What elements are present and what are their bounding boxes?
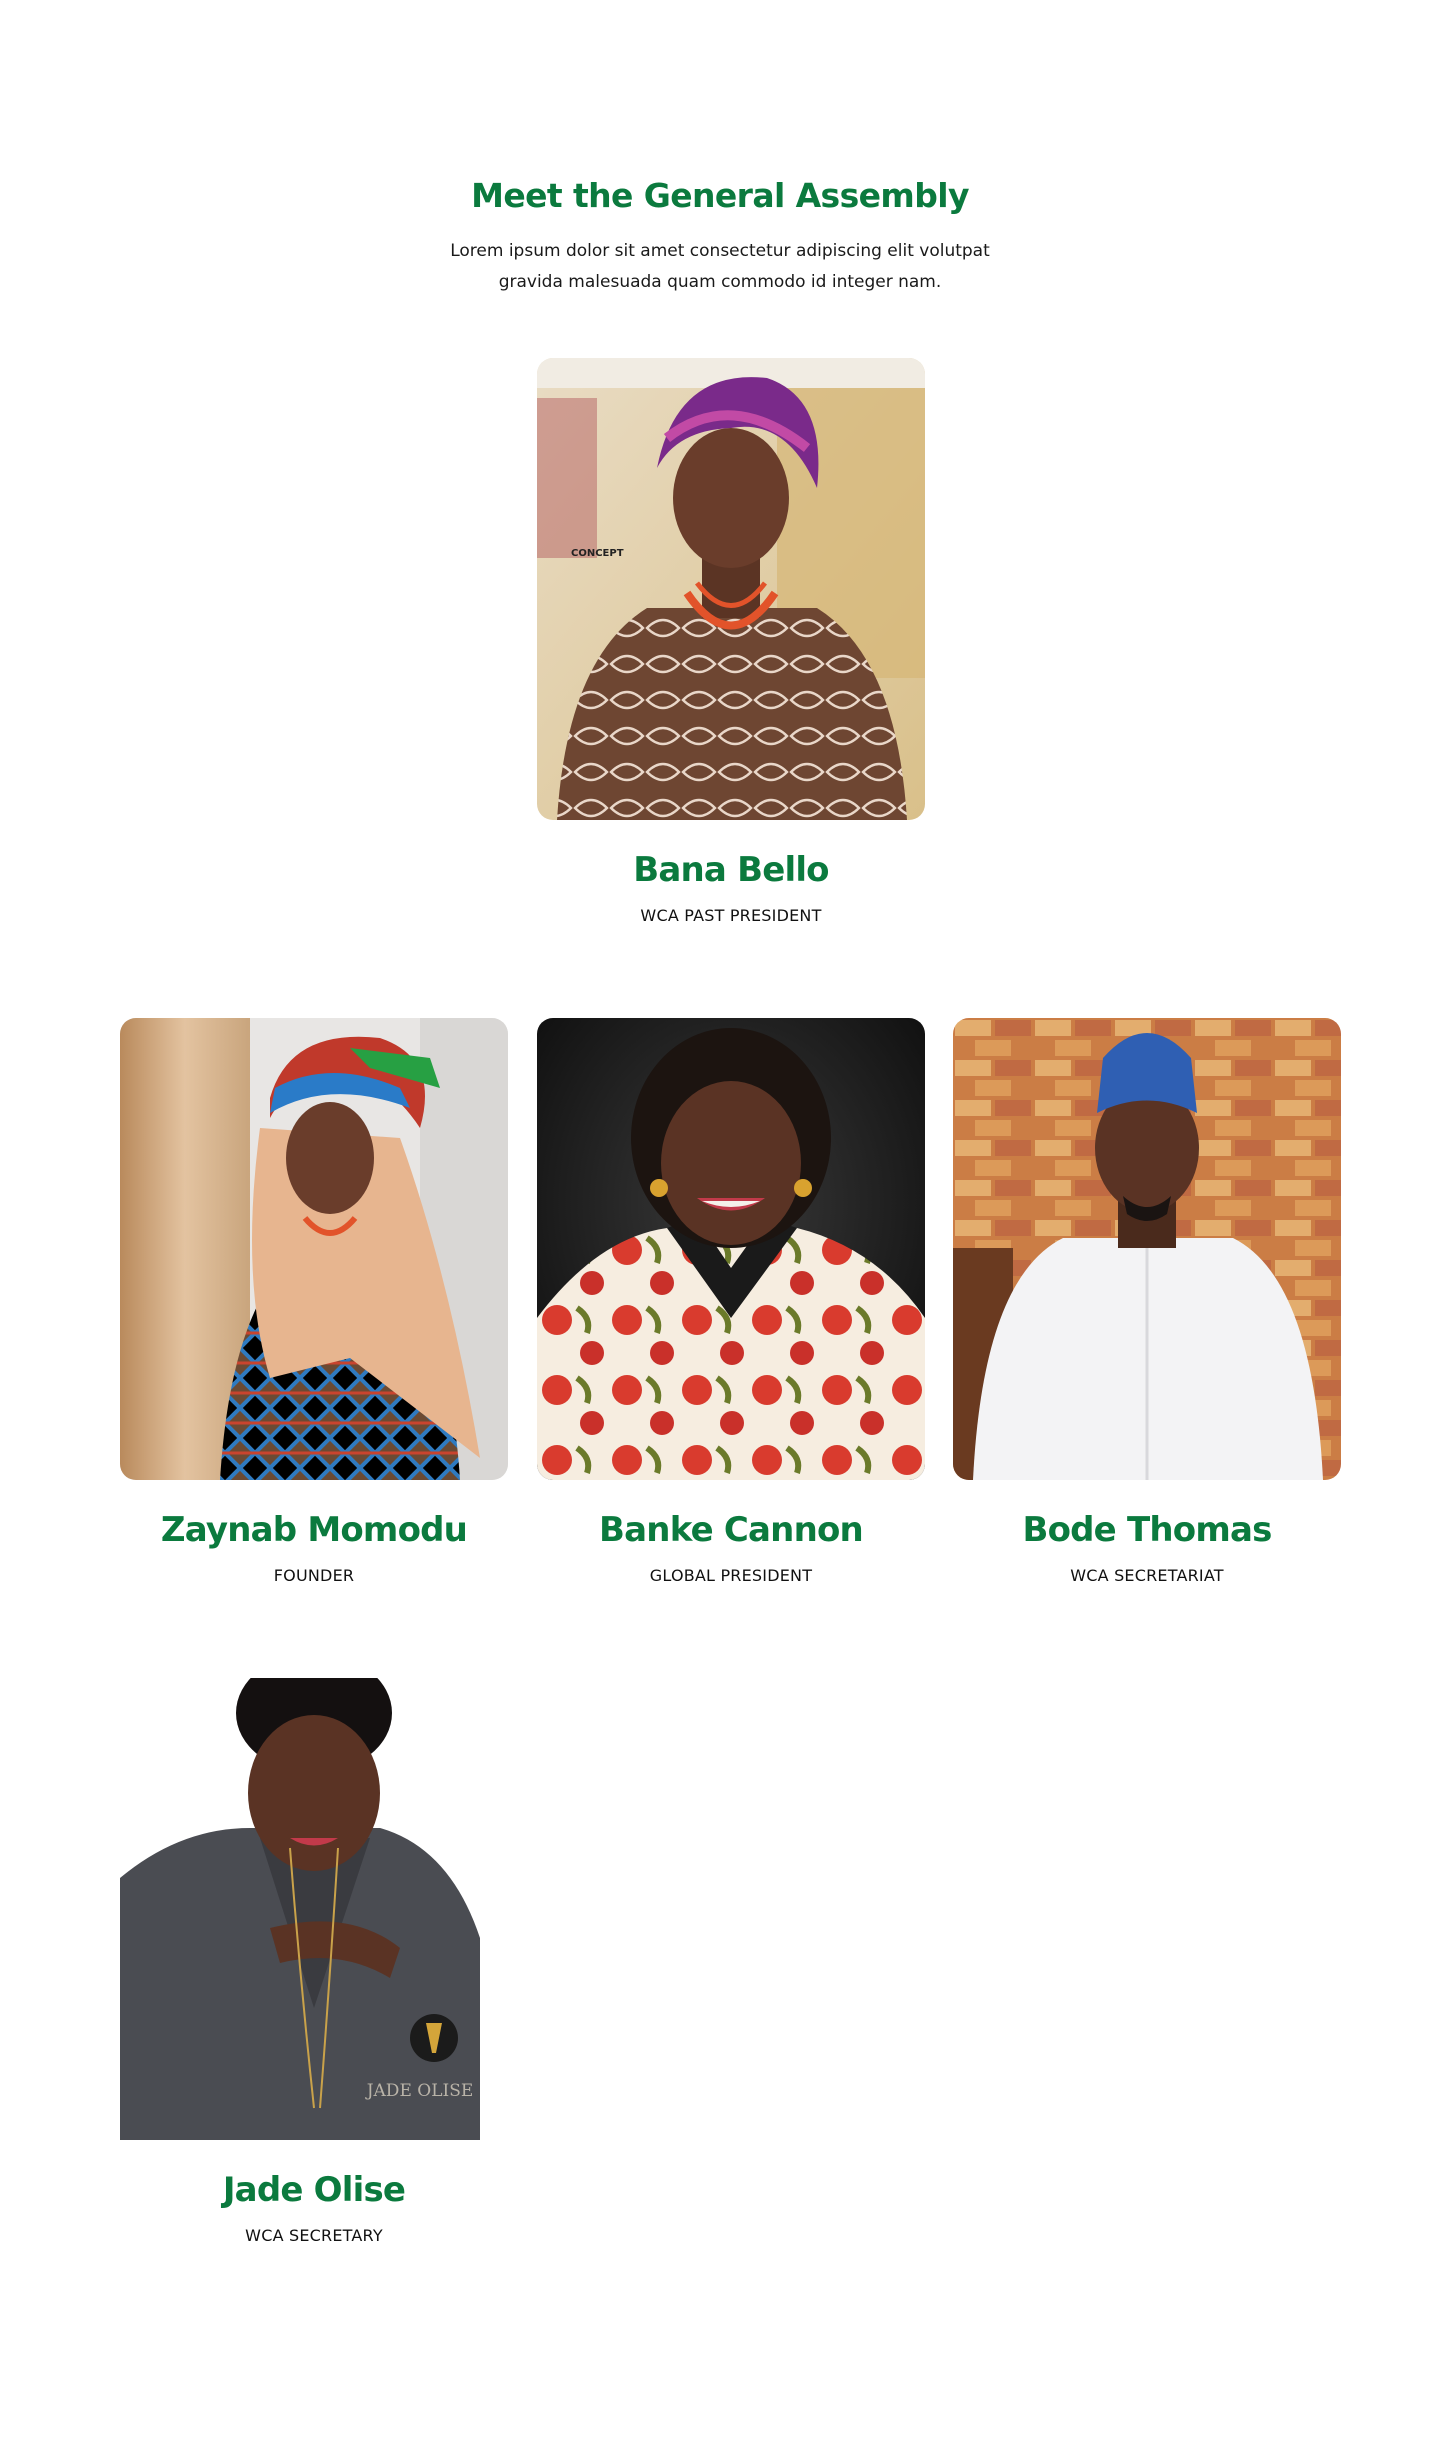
member-portrait-image bbox=[953, 1018, 1341, 1480]
member-photo: JADE OLISE bbox=[120, 1678, 508, 2140]
member-portrait-image bbox=[537, 1018, 925, 1480]
member-card-bana-bello[interactable]: CONCEPT Bana Bello WCA PAST PRESIDENT bbox=[537, 358, 925, 925]
member-name: Bode Thomas bbox=[1022, 1510, 1272, 1550]
photo-watermark: CONCEPT bbox=[571, 548, 624, 559]
member-portrait-image: CONCEPT bbox=[537, 358, 925, 820]
member-name: Banke Cannon bbox=[599, 1510, 864, 1550]
member-name: Zaynab Momodu bbox=[160, 1510, 468, 1550]
section-description: Lorem ipsum dolor sit amet consectetur a… bbox=[450, 241, 990, 292]
member-role: WCA SECRETARIAT bbox=[1070, 1566, 1224, 1585]
member-card-zaynab-momodu[interactable]: Zaynab Momodu FOUNDER bbox=[120, 1018, 508, 1585]
member-role: WCA SECRETARY bbox=[245, 2226, 383, 2245]
member-card-bode-thomas[interactable]: Bode Thomas WCA SECRETARIAT bbox=[953, 1018, 1341, 1585]
photo-watermark: JADE OLISE bbox=[365, 2081, 474, 2101]
section-title: Meet the General Assembly bbox=[471, 176, 969, 215]
member-name: Jade Olise bbox=[222, 2170, 406, 2210]
member-photo bbox=[120, 1018, 508, 1480]
member-card-banke-cannon[interactable]: Banke Cannon GLOBAL PRESIDENT bbox=[537, 1018, 925, 1585]
member-photo bbox=[953, 1018, 1341, 1480]
member-role: GLOBAL PRESIDENT bbox=[649, 1566, 813, 1585]
member-photo bbox=[537, 1018, 925, 1480]
member-portrait-image: JADE OLISE bbox=[120, 1678, 508, 2140]
member-photo: CONCEPT bbox=[537, 358, 925, 820]
member-card-jade-olise[interactable]: JADE OLISE Jade Olise WCA SECRETARY bbox=[120, 1678, 508, 2245]
member-portrait-image bbox=[120, 1018, 508, 1480]
general-assembly-section: Meet the General Assembly Lorem ipsum do… bbox=[0, 0, 1440, 2453]
member-role: FOUNDER bbox=[273, 1566, 355, 1585]
member-role: WCA PAST PRESIDENT bbox=[640, 906, 822, 925]
member-name: Bana Bello bbox=[633, 850, 829, 890]
